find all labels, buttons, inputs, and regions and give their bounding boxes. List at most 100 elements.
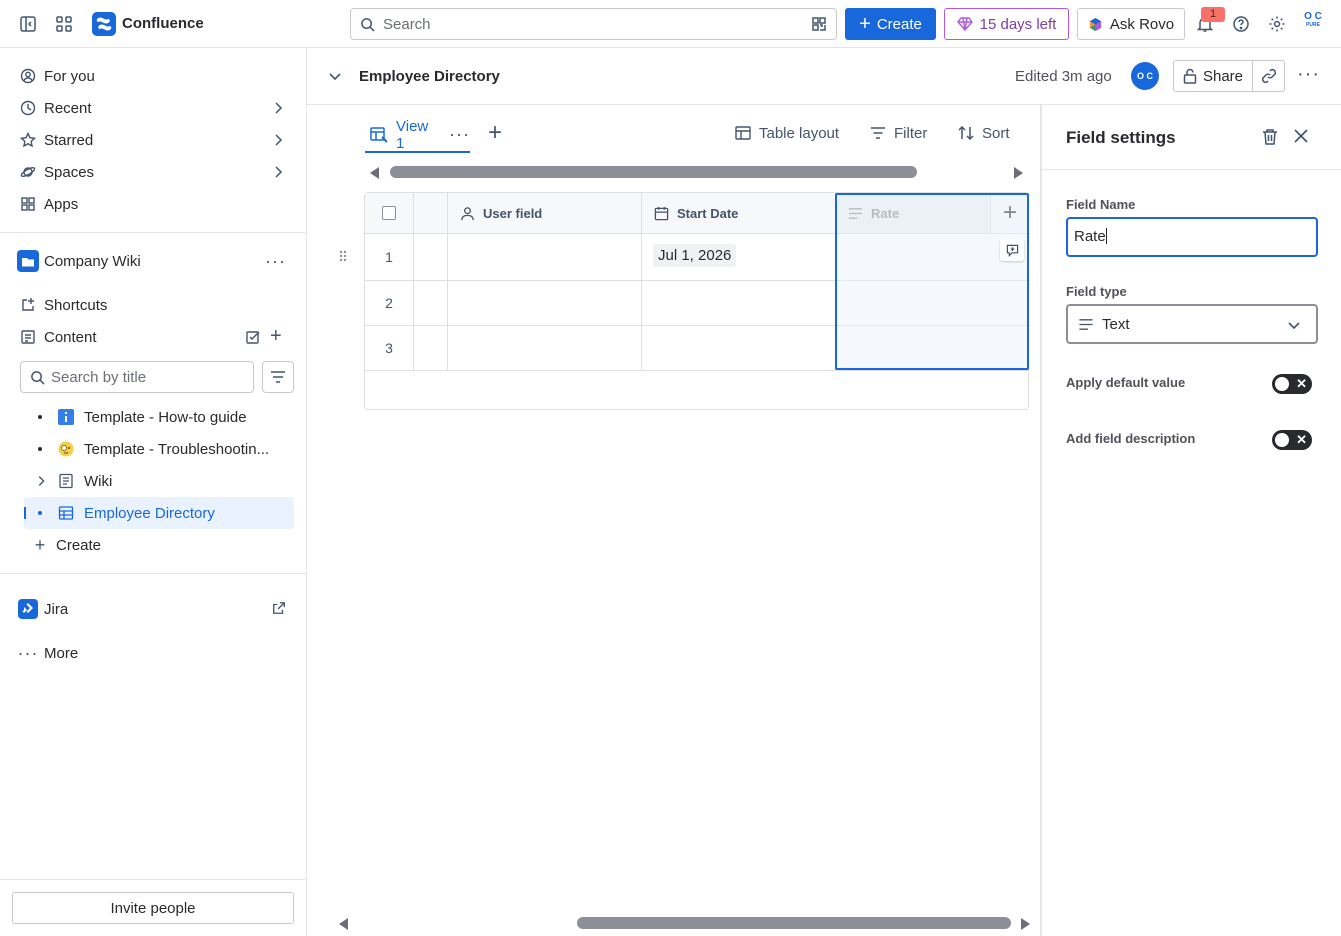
- cell-rate[interactable]: [836, 326, 1029, 371]
- chevron-right-icon: [270, 164, 286, 180]
- sidebar-item-recent[interactable]: Recent: [12, 92, 294, 124]
- tree-item-employee-directory[interactable]: Employee Directory: [24, 497, 294, 529]
- scan-icon[interactable]: [811, 16, 827, 32]
- add-field-description-toggle[interactable]: ✕: [1272, 430, 1312, 450]
- edited-status[interactable]: Edited 3m ago: [1015, 68, 1112, 85]
- sidebar-item-label: Jira: [44, 600, 69, 618]
- text-cursor: [1105, 228, 1107, 244]
- sidebar-item-starred[interactable]: Starred: [12, 124, 294, 156]
- search-icon: [30, 370, 45, 385]
- scroll-right-arrow-icon[interactable]: [1013, 166, 1025, 180]
- search-input[interactable]: Search: [350, 8, 837, 40]
- add-content-icon[interactable]: +: [270, 325, 282, 348]
- tab-view-1[interactable]: View 1 ···: [365, 118, 470, 153]
- cell-start-date[interactable]: [642, 326, 836, 371]
- tree-item-how-to-guide[interactable]: Template - How-to guide: [24, 401, 294, 433]
- chevron-right-icon[interactable]: [24, 474, 58, 488]
- sidebar-item-jira[interactable]: Jira: [12, 593, 294, 625]
- page-icon: [58, 473, 74, 489]
- cell-user-field[interactable]: [448, 326, 642, 371]
- content-icon: [12, 329, 44, 345]
- column-header-start-date[interactable]: Start Date: [642, 193, 836, 234]
- row-handle-cell[interactable]: [414, 326, 448, 371]
- row-number[interactable]: 3: [365, 326, 414, 371]
- space-header[interactable]: Company Wiki ···: [12, 245, 294, 277]
- gem-icon: [956, 17, 973, 31]
- sidebar-toggle-icon[interactable]: [16, 12, 40, 36]
- sidebar-item-for-you[interactable]: For you: [12, 60, 294, 92]
- field-name-input[interactable]: Rate: [1066, 217, 1318, 257]
- sidebar-search-input[interactable]: Search by title: [20, 361, 254, 393]
- sidebar-item-apps[interactable]: Apps: [12, 188, 294, 220]
- check-square-icon[interactable]: [245, 329, 261, 345]
- sidebar-item-more[interactable]: ··· More: [12, 637, 294, 669]
- link-icon: [1261, 68, 1277, 84]
- filter-toolbar-button[interactable]: Filter: [870, 122, 927, 144]
- column-header-user-field[interactable]: User field: [448, 193, 642, 234]
- select-all-checkbox[interactable]: [382, 206, 396, 220]
- comment-button[interactable]: [1000, 239, 1024, 261]
- trash-icon[interactable]: [1262, 128, 1278, 146]
- drag-handle-icon[interactable]: [338, 249, 348, 263]
- database-table: User field Start Date Rate + 1 2 3: [364, 192, 1029, 410]
- add-view-icon[interactable]: +: [488, 121, 502, 145]
- copy-link-button[interactable]: [1253, 60, 1285, 92]
- ask-rovo-button[interactable]: Ask Rovo: [1077, 8, 1185, 40]
- share-button-label: Share: [1202, 67, 1244, 85]
- row-handle-cell[interactable]: [414, 281, 448, 326]
- scroll-left-arrow-icon[interactable]: [368, 166, 380, 180]
- create-button[interactable]: + Create: [845, 8, 936, 40]
- more-options-icon[interactable]: ···: [1297, 63, 1320, 86]
- trial-button[interactable]: 15 days left: [944, 8, 1069, 40]
- sidebar-item-label: Content: [44, 328, 97, 346]
- row-number[interactable]: 2: [365, 281, 414, 326]
- sidebar-item-shortcuts[interactable]: Shortcuts: [12, 289, 294, 321]
- filter-button[interactable]: [262, 361, 294, 393]
- add-column-button[interactable]: +: [991, 193, 1029, 234]
- table-layout-button[interactable]: Table layout: [735, 122, 839, 144]
- row-handle-cell[interactable]: [414, 234, 448, 281]
- page-scrollbar-thumb[interactable]: [577, 917, 1011, 929]
- collaborator-avatar[interactable]: O C: [1131, 62, 1159, 90]
- app-name[interactable]: Confluence: [122, 15, 204, 32]
- row-number[interactable]: 1: [365, 234, 414, 281]
- confluence-logo-icon[interactable]: [92, 12, 116, 36]
- tab-label: View 1: [396, 117, 429, 152]
- toggle-off-icon: ✕: [1296, 432, 1307, 447]
- cell-user-field[interactable]: [448, 281, 642, 326]
- app-switcher-icon[interactable]: [52, 12, 76, 36]
- tree-item-wiki[interactable]: Wiki: [24, 465, 294, 497]
- close-icon[interactable]: [1294, 129, 1308, 143]
- sidebar-create-button[interactable]: + Create: [24, 529, 294, 561]
- sidebar-divider: [0, 232, 306, 233]
- invite-people-button[interactable]: Invite people: [12, 892, 294, 924]
- scroll-right-arrow-icon[interactable]: [1020, 917, 1032, 931]
- column-header-rate[interactable]: Rate: [836, 193, 991, 234]
- chevron-down-icon[interactable]: [327, 68, 343, 84]
- sidebar-search-placeholder: Search by title: [51, 369, 147, 386]
- sidebar-create-label: Create: [56, 536, 102, 554]
- external-link-icon[interactable]: [272, 601, 286, 615]
- select-all-cell: [365, 193, 414, 234]
- settings-gear-icon[interactable]: [1265, 12, 1289, 36]
- share-button[interactable]: Share: [1173, 60, 1253, 92]
- cell-user-field[interactable]: [448, 234, 642, 281]
- sort-button[interactable]: Sort: [958, 122, 1010, 144]
- help-icon[interactable]: [1229, 12, 1253, 36]
- apply-default-value-toggle[interactable]: ✕: [1272, 374, 1312, 394]
- table-scrollbar-thumb[interactable]: [390, 166, 917, 178]
- more-options-icon[interactable]: ···: [265, 251, 286, 272]
- page-header: Employee Directory Edited 3m ago O C Sha…: [307, 48, 1341, 105]
- tree-item-troubleshooting[interactable]: Template - Troubleshootin...: [24, 433, 294, 465]
- sidebar-item-content[interactable]: Content +: [12, 321, 294, 353]
- cell-start-date[interactable]: [642, 281, 836, 326]
- field-type-select[interactable]: Text: [1066, 304, 1318, 344]
- panel-title: Field settings: [1066, 128, 1176, 147]
- tree-item-label: Template - Troubleshootin...: [84, 440, 270, 458]
- sidebar-item-spaces[interactable]: Spaces: [12, 156, 294, 188]
- cell-rate[interactable]: [836, 281, 1029, 326]
- view-options-icon[interactable]: ···: [449, 124, 470, 145]
- date-chip[interactable]: Jul 1, 2026: [653, 244, 737, 267]
- scroll-left-arrow-icon[interactable]: [337, 917, 349, 931]
- profile-avatar[interactable]: O C PURE: [1299, 12, 1327, 36]
